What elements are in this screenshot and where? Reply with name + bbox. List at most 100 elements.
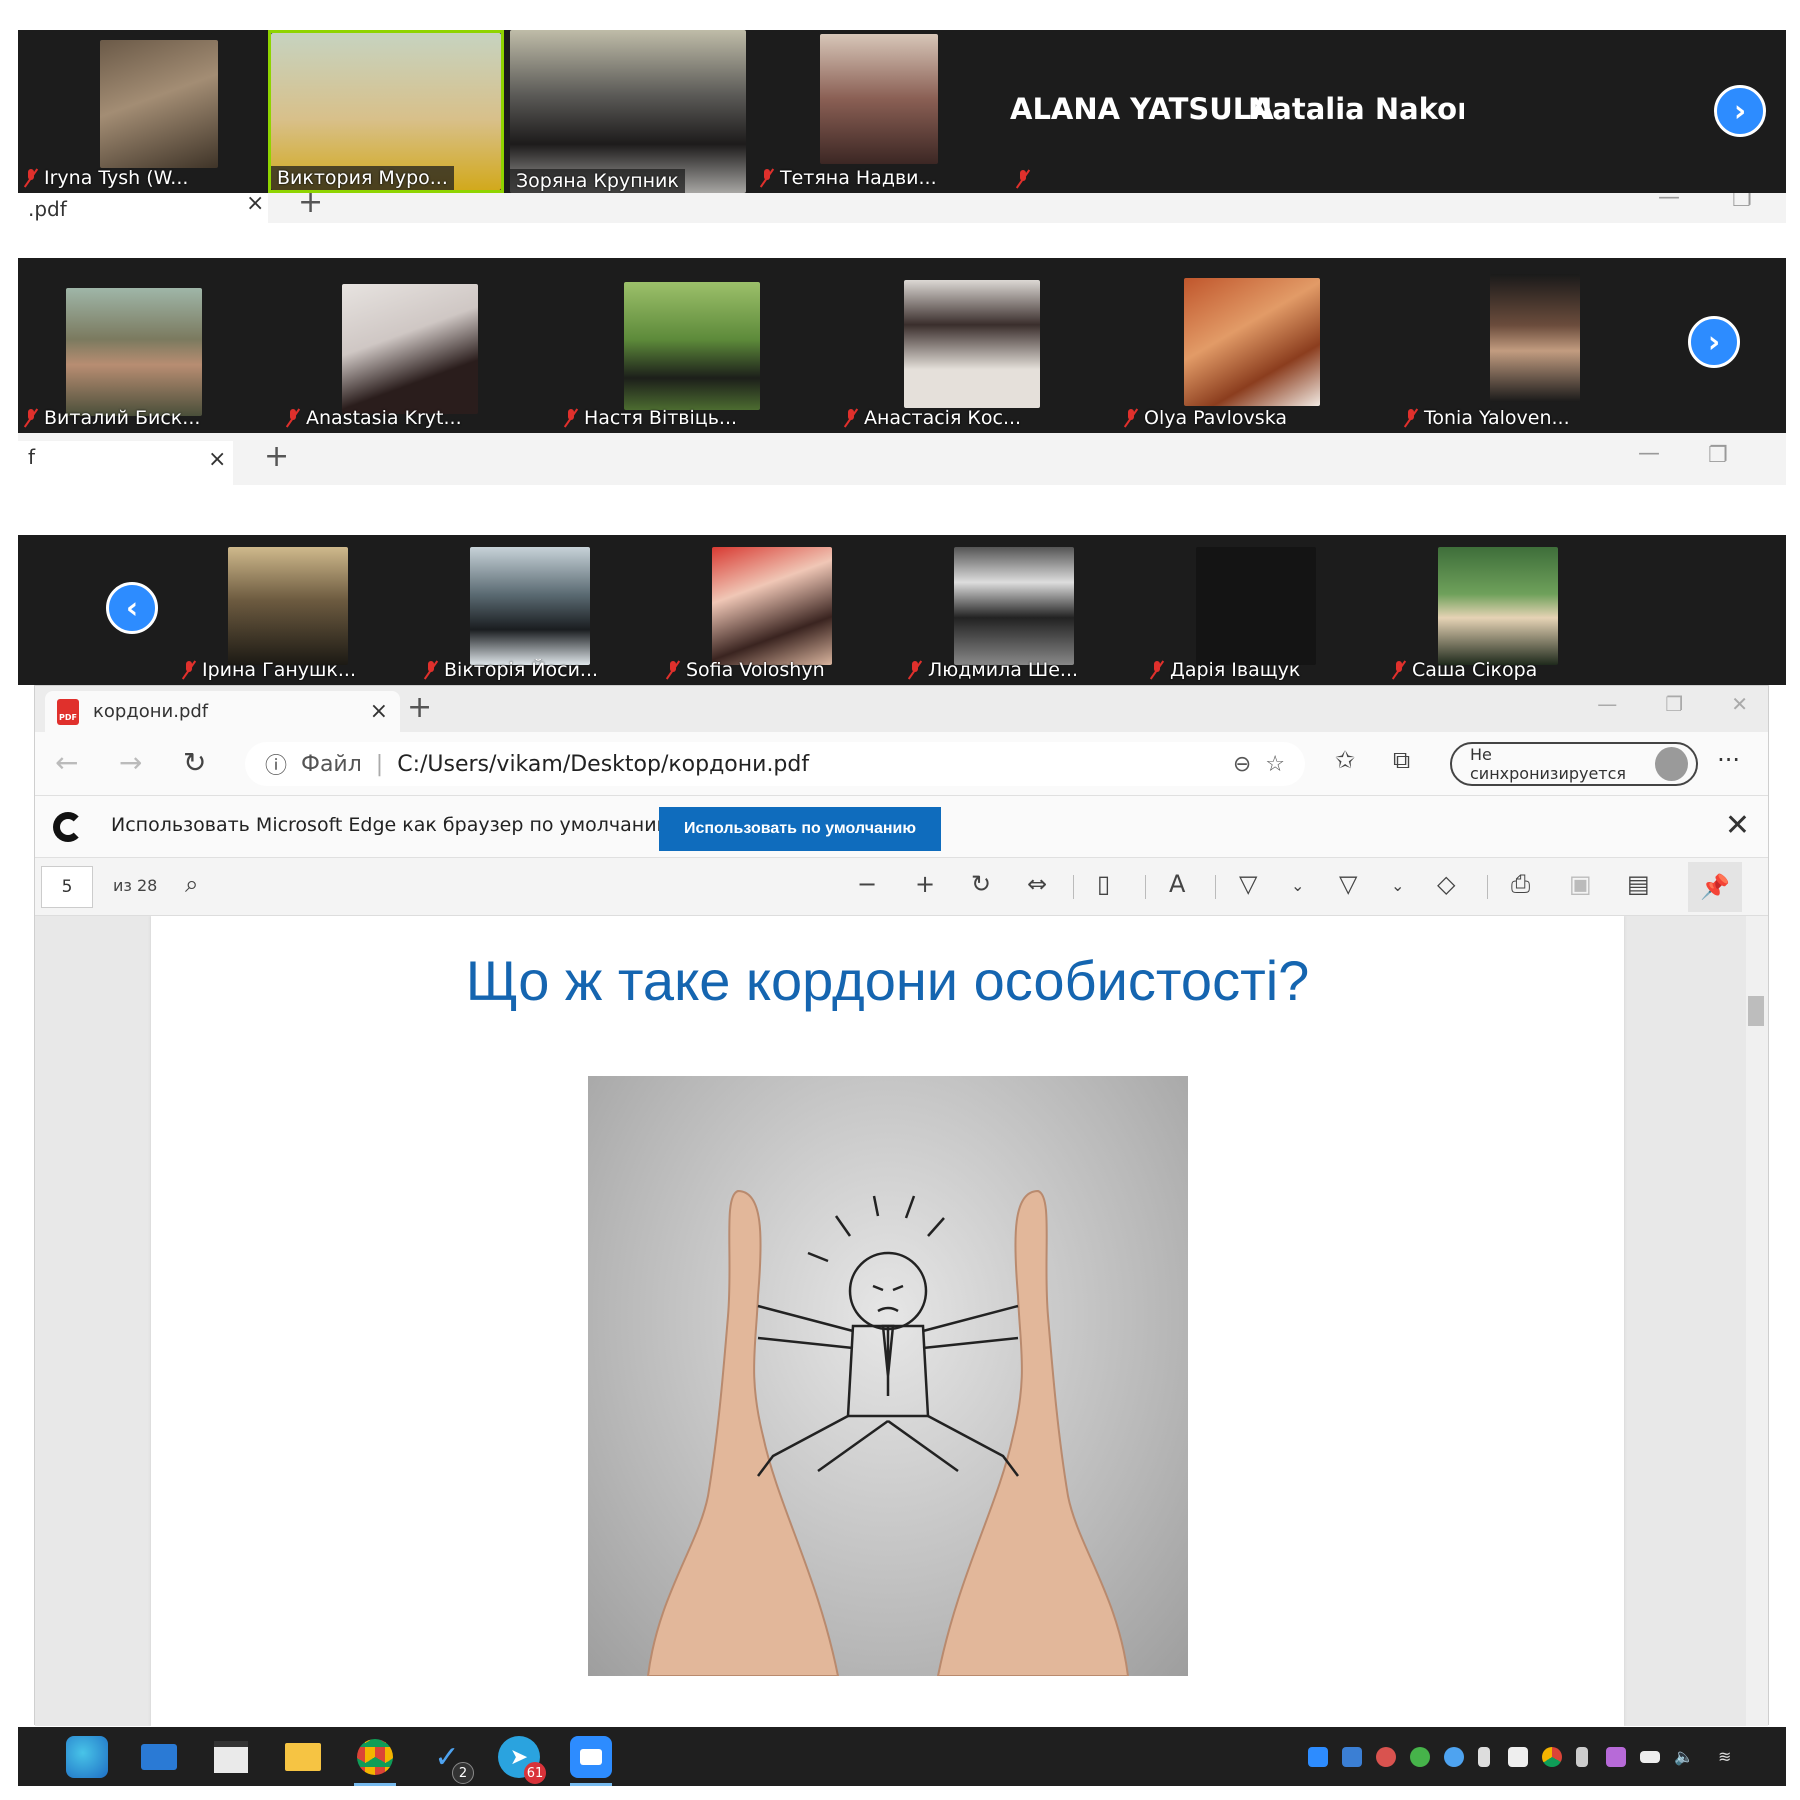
microphone-tray-icon[interactable] [1478, 1747, 1490, 1767]
participant-tile-no-video[interactable]: ALANA YATSULA Natalia Nakone... [994, 30, 1464, 193]
participant-tile-active-speaker[interactable]: Виктория Муро... [268, 30, 504, 193]
mail-icon[interactable] [138, 1736, 180, 1778]
zoom-icon[interactable] [570, 1736, 612, 1778]
participant-tile[interactable]: Саша Сікора [1386, 535, 1608, 685]
info-icon[interactable]: ⓘ [265, 748, 287, 780]
chrome-icon[interactable] [354, 1736, 396, 1778]
participant-tile[interactable]: Зоряна Крупник [510, 30, 746, 193]
next-page-button[interactable]: › [1714, 85, 1766, 137]
vertical-scrollbar[interactable] [1746, 916, 1768, 1726]
app-tray-icon[interactable] [1342, 1747, 1362, 1767]
participant-tile[interactable]: Вікторія Йоси... [418, 535, 640, 685]
new-tab-icon[interactable]: + [264, 439, 289, 474]
minimize-icon[interactable]: — [1597, 692, 1617, 716]
page-number-input[interactable]: 5 [41, 866, 93, 908]
restore-icon[interactable]: ❐ [1665, 692, 1683, 716]
zoom-tray-icon[interactable] [1308, 1747, 1328, 1767]
restore-icon[interactable]: ❐ [1708, 443, 1728, 468]
edge-icon[interactable] [66, 1736, 108, 1778]
restore-icon[interactable]: ❐ [1732, 193, 1752, 212]
participant-tile[interactable]: Тетяна Надви... [754, 30, 994, 193]
participant-tile[interactable]: Виталий Биск... [18, 258, 263, 433]
draw-icon[interactable]: ▽ [1239, 870, 1257, 898]
file-explorer-icon[interactable] [282, 1736, 324, 1778]
tab-close-icon[interactable]: × [208, 447, 226, 472]
scroll-thumb[interactable] [1748, 996, 1764, 1026]
participant-tile[interactable]: Ірина Ганушк... [176, 535, 398, 685]
new-tab-icon[interactable]: + [407, 690, 432, 725]
minimize-icon[interactable]: — [1658, 193, 1680, 210]
pin-toolbar-button[interactable]: 📌 [1688, 862, 1742, 912]
previous-page-button[interactable]: ‹ [106, 582, 158, 634]
participant-video [1196, 547, 1316, 665]
participant-tile[interactable]: Olya Pavlovska [1118, 258, 1380, 433]
favorites-icon[interactable]: ✩ [1335, 746, 1355, 774]
todo-icon[interactable]: ✓ 2 [426, 1736, 474, 1784]
close-window-icon[interactable]: ✕ [1731, 692, 1748, 716]
chevron-down-icon[interactable]: ⌄ [1391, 876, 1404, 895]
next-page-button[interactable]: › [1688, 316, 1740, 368]
participant-tile[interactable]: Настя Вітвіць... [558, 258, 820, 433]
address-bar[interactable]: ⓘ Файл | C:/Users/vikam/Desktop/кордони.… [245, 742, 1305, 786]
close-infobar-icon[interactable]: ✕ [1725, 808, 1750, 843]
chevron-down-icon[interactable]: ⌄ [1291, 876, 1304, 895]
save-as-icon[interactable]: ▤ [1627, 870, 1650, 898]
eraser-icon[interactable]: ◇ [1437, 870, 1455, 898]
browser-tab[interactable]: .pdf [18, 193, 268, 223]
new-tab-icon[interactable]: + [298, 193, 323, 220]
app-tray-icon[interactable] [1606, 1747, 1626, 1767]
rotate-icon[interactable]: ↻ [971, 870, 991, 898]
forward-arrow-icon[interactable]: → [119, 746, 142, 779]
back-arrow-icon[interactable]: ← [55, 746, 78, 779]
pin-icon: 📌 [1700, 873, 1730, 901]
profile-sync-button[interactable]: Не синхронизируется [1450, 742, 1698, 786]
participant-tile[interactable]: Iryna Tysh (W... [18, 30, 258, 193]
app-tray-icon[interactable] [1376, 1747, 1396, 1767]
save-icon[interactable]: ▣ [1569, 870, 1592, 898]
search-icon[interactable]: ⌕ [185, 870, 198, 898]
minimize-icon[interactable]: — [1638, 441, 1660, 466]
tab-title: .pdf [28, 197, 67, 221]
mic-muted-icon [844, 408, 858, 428]
usb-tray-icon[interactable] [1576, 1747, 1588, 1767]
participant-name: Виталий Биск... [24, 407, 259, 429]
divider [1073, 875, 1074, 899]
participant-tile[interactable]: Дарія Іващук [1144, 535, 1366, 685]
participant-name: Настя Вітвіць... [564, 407, 816, 429]
store-icon[interactable] [210, 1736, 252, 1778]
refresh-icon[interactable]: ↻ [183, 746, 206, 779]
participant-tile[interactable]: Sofia Voloshyn [660, 535, 882, 685]
participant-tile[interactable]: Анастасія Кос... [838, 258, 1100, 433]
app-tray-icon[interactable] [1444, 1747, 1464, 1767]
participant-video [712, 547, 832, 665]
security-tray-icon[interactable] [1508, 1747, 1528, 1767]
slide-illustration [588, 1076, 1188, 1677]
fit-page-icon[interactable]: ⇔ [1027, 870, 1047, 898]
zoom-in-icon[interactable]: + [915, 870, 935, 898]
network-tray-icon[interactable]: ≋ [1718, 1747, 1738, 1767]
url-text[interactable]: C:/Users/vikam/Desktop/кордони.pdf [397, 752, 1219, 777]
zoom-out-icon[interactable]: ⊖ [1233, 752, 1251, 777]
battery-tray-icon[interactable] [1640, 1751, 1660, 1763]
volume-tray-icon[interactable]: 🔈 [1674, 1747, 1694, 1767]
participant-tile[interactable]: Anastasia Kryt... [280, 258, 542, 433]
more-options-icon[interactable]: ··· [1717, 746, 1740, 774]
telegram-icon[interactable]: ➤ 61 [498, 1736, 546, 1784]
app-tray-icon[interactable] [1410, 1747, 1430, 1767]
browser-tab[interactable]: f [18, 441, 233, 485]
zoom-out-icon[interactable]: − [857, 870, 877, 898]
page-view-icon[interactable]: ▯ [1097, 870, 1110, 898]
chrome-tray-icon[interactable] [1542, 1747, 1562, 1767]
collections-icon[interactable]: ⧉ [1393, 746, 1410, 774]
tab-close-icon[interactable]: × [246, 193, 264, 216]
highlight-icon[interactable]: ▽ [1339, 870, 1357, 898]
add-favorite-icon[interactable]: ☆ [1265, 752, 1285, 777]
participant-tile[interactable]: Tonia Yaloven... [1398, 258, 1660, 433]
participant-tile[interactable]: Людмила Ше... [902, 535, 1124, 685]
pdf-page: Що ж таке кордони особистості? [151, 916, 1624, 1726]
tab-close-icon[interactable]: × [370, 699, 388, 724]
print-icon[interactable]: ⎙ [1511, 870, 1530, 898]
read-aloud-icon[interactable]: A [1169, 870, 1185, 898]
active-tab[interactable]: PDF кордони.pdf × [45, 691, 400, 732]
set-default-button[interactable]: Использовать по умолчанию [659, 807, 941, 851]
